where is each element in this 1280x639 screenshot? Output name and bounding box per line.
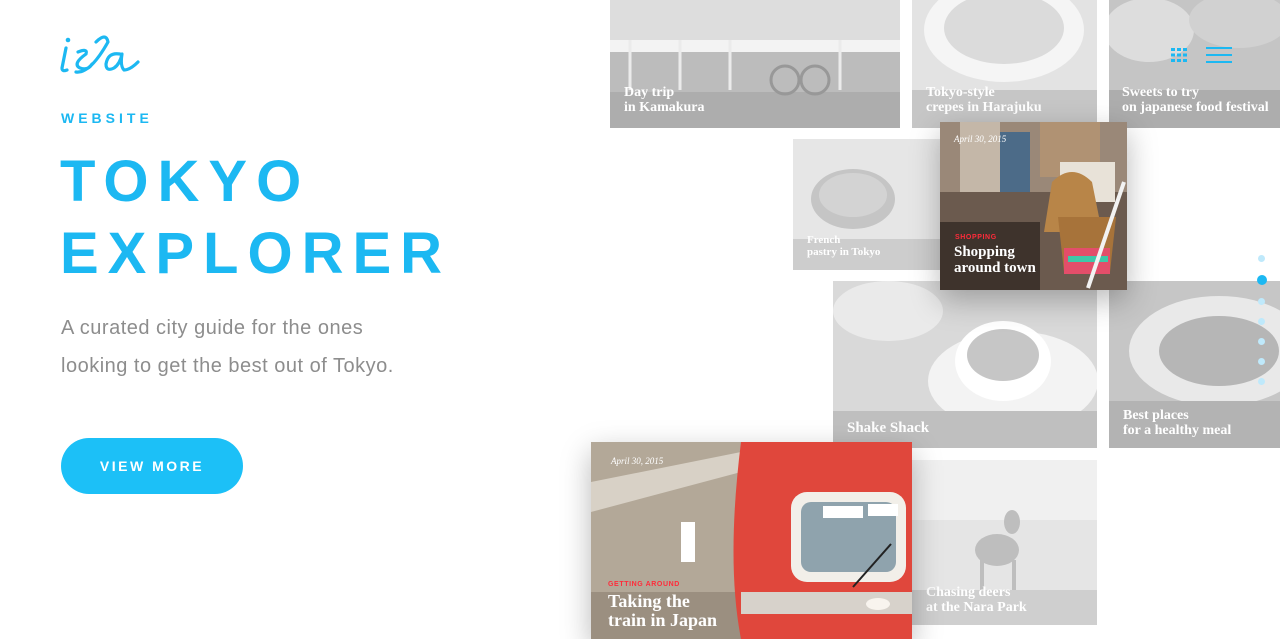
lead-line-2: looking to get the best out of Tokyo.	[61, 355, 394, 377]
pagination-dot[interactable]	[1258, 378, 1265, 385]
page-title: TOKYO EXPLORER	[60, 146, 520, 290]
card-title: Sweets to try on japanese food festival	[1122, 85, 1269, 115]
card-category: SHOPPING	[955, 234, 997, 241]
card-title: Day trip in Kamakura	[624, 85, 705, 115]
pagination-dots	[1257, 255, 1267, 398]
lead-line-1: A curated city guide for the ones	[61, 317, 364, 339]
card-shopping[interactable]: April 30, 2015 SHOPPING Shopping around t…	[940, 122, 1127, 290]
card-title: Shake Shack	[847, 420, 930, 436]
card-title: Tokyo-style crepes in Harajuku	[926, 85, 1042, 115]
card-kamakura[interactable]: Day trip in Kamakura	[610, 0, 900, 128]
card-sweets[interactable]: Sweets to try on japanese food festival	[1109, 0, 1280, 128]
hamburger-icon[interactable]	[1206, 47, 1232, 63]
card-title: Chasing deers at the Nara Park	[926, 585, 1027, 615]
title-line-2: EXPLORER	[60, 221, 452, 286]
pagination-dot-active[interactable]	[1257, 275, 1267, 285]
card-title: Taking the train in Japan	[608, 591, 718, 630]
card-crepes[interactable]: Tokyo-style crepes in Harajuku	[912, 0, 1097, 128]
card-pastry[interactable]: French pastry in Tokyo	[793, 139, 943, 270]
card-shake-shack[interactable]: Shake Shack	[833, 281, 1097, 448]
pagination-dot[interactable]	[1258, 318, 1265, 325]
card-title: Best places for a healthy meal	[1123, 408, 1232, 438]
lead-paragraph: A curated city guide for the ones lookin…	[61, 309, 441, 385]
title-line-1: TOKYO	[60, 149, 311, 214]
card-title: Shopping around town	[954, 244, 1036, 276]
card-healthy-meal[interactable]: Best places for a healthy meal	[1109, 281, 1280, 448]
view-more-button[interactable]: VIEW MORE	[61, 438, 243, 494]
section-eyebrow: WEBSITE	[61, 110, 153, 126]
card-category: GETTING AROUND	[608, 581, 680, 588]
pagination-dot[interactable]	[1258, 298, 1265, 305]
pagination-dot[interactable]	[1258, 338, 1265, 345]
card-date: April 30, 2015	[954, 134, 1007, 144]
card-nara-park[interactable]: Chasing deers at the Nara Park	[912, 460, 1097, 625]
card-date: April 30, 2015	[611, 456, 664, 466]
grid-icon[interactable]	[1171, 48, 1187, 62]
pagination-dot[interactable]	[1258, 255, 1265, 262]
card-train[interactable]: April 30, 2015 GETTING AROUND Taking the…	[591, 442, 912, 639]
isa-logo[interactable]	[60, 34, 142, 76]
pagination-dot[interactable]	[1258, 358, 1265, 365]
card-title: French pastry in Tokyo	[807, 234, 881, 258]
